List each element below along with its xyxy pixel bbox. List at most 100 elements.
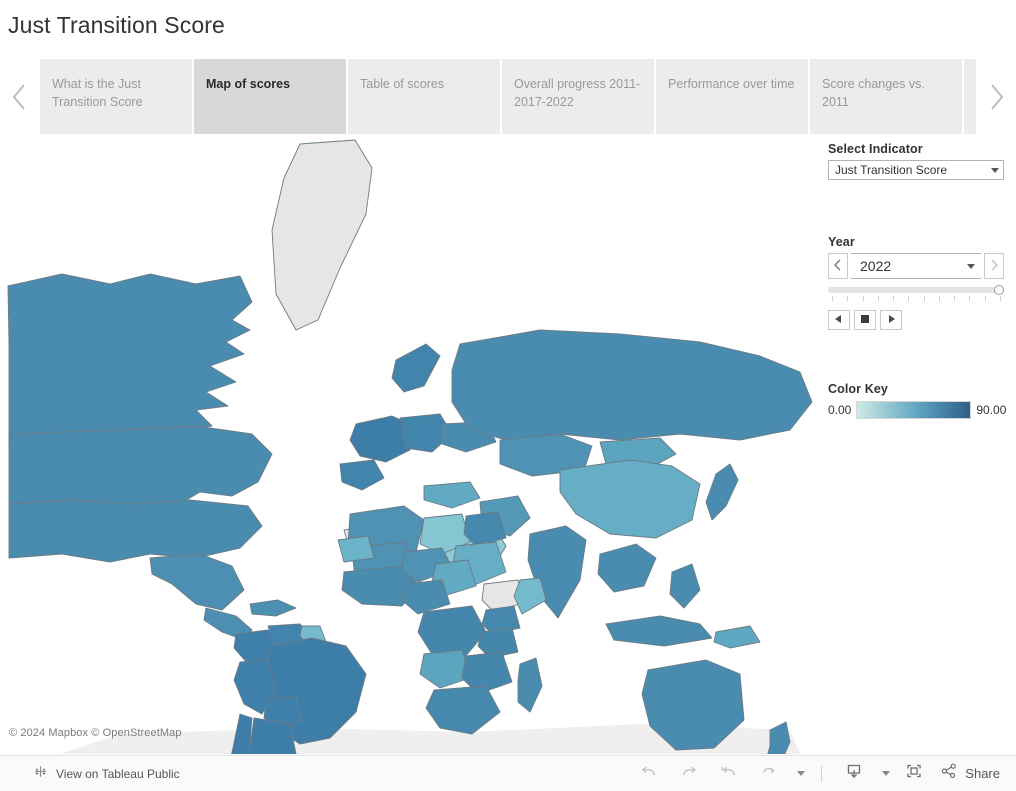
- tab-what-is-the-just-transition-score[interactable]: What is the Just Transition Score: [40, 59, 192, 134]
- stop-button[interactable]: [854, 310, 876, 330]
- square-icon: [860, 311, 870, 329]
- tab-rankings[interactable]: Ra: [964, 59, 976, 134]
- tab-strip: What is the Just Transition Score Map of…: [0, 59, 1016, 134]
- indicator-label: Select Indicator: [828, 142, 923, 156]
- choropleth-map[interactable]: [0, 134, 820, 754]
- tab-table-of-scores[interactable]: Table of scores: [348, 59, 500, 134]
- fullscreen-icon: [904, 762, 924, 785]
- map-region-mexico: [149, 553, 245, 611]
- color-key-gradient: [856, 401, 972, 419]
- year-control: 2022: [828, 253, 1004, 279]
- map-region-canada-main: [8, 425, 273, 507]
- control-panel: Select Indicator Just Transition Score Y…: [828, 142, 1008, 419]
- refresh-dropdown-button[interactable]: [789, 757, 809, 791]
- slider-track[interactable]: [828, 287, 1004, 293]
- map-region-canada: [7, 273, 253, 447]
- chevron-down-icon: [967, 263, 975, 269]
- color-key: Color Key 0.00 90.00: [828, 382, 1008, 419]
- tab-label: Table of scores: [360, 77, 445, 91]
- play-button[interactable]: [880, 310, 902, 330]
- refresh-button[interactable]: [749, 757, 789, 791]
- map-region-russia: [451, 329, 813, 441]
- tab-label: Performance over time: [668, 77, 795, 91]
- map-region-png: [713, 625, 761, 649]
- share-icon: [940, 762, 958, 785]
- page-title: Just Transition Score: [8, 12, 225, 38]
- color-key-max: 90.00: [976, 403, 1007, 417]
- refresh-icon: [759, 762, 779, 785]
- redo-button[interactable]: [669, 757, 709, 791]
- map-region-greenland: [271, 139, 373, 331]
- chevron-left-icon: [10, 81, 30, 113]
- map-region-indonesia: [605, 615, 713, 647]
- tableau-dashboard: Just Transition Score What is the Just T…: [0, 0, 1016, 791]
- triangle-left-icon: [834, 311, 844, 329]
- map-region-china: [559, 459, 701, 539]
- chevron-down-icon: [881, 771, 890, 776]
- map-region-usa: [8, 499, 263, 563]
- color-key-label: Color Key: [828, 382, 888, 396]
- tab-label: Overall progress 2011-2017-2022: [514, 77, 641, 109]
- tab-score-changes-vs-2011[interactable]: Score changes vs. 2011: [810, 59, 962, 134]
- view-on-tableau-public-label: View on Tableau Public: [56, 766, 180, 781]
- year-next-button[interactable]: [984, 253, 1004, 279]
- download-dropdown-button[interactable]: [874, 757, 894, 791]
- tableau-logo-icon: [33, 764, 48, 784]
- map-region-angola: [419, 649, 471, 689]
- slider-ticks: [828, 296, 1004, 302]
- map-region-spain: [339, 459, 385, 491]
- tab-scroll-left-button[interactable]: [0, 59, 40, 134]
- year-prev-button[interactable]: [828, 253, 848, 279]
- revert-button[interactable]: [709, 757, 749, 791]
- tab-label: What is the Just Transition Score: [52, 77, 143, 109]
- map-region-mauritania: [337, 535, 375, 563]
- redo-icon: [679, 762, 699, 785]
- year-label: Year: [828, 235, 855, 249]
- map-attribution: © 2024 Mapbox © OpenStreetMap: [9, 727, 182, 739]
- map-region-drc: [417, 605, 487, 659]
- undo-button[interactable]: [629, 757, 669, 791]
- map-region-caribbean: [249, 599, 297, 617]
- chevron-right-icon: [990, 258, 999, 274]
- tab-scroll-right-button[interactable]: [976, 59, 1016, 134]
- chevron-left-icon: [833, 258, 842, 274]
- tabs-viewport: What is the Just Transition Score Map of…: [40, 59, 976, 134]
- map-region-somalia: [513, 577, 547, 615]
- revert-icon: [719, 762, 739, 785]
- toolbar-actions: Share: [629, 757, 1016, 791]
- color-key-min: 0.00: [828, 403, 852, 417]
- tab-performance-over-time[interactable]: Performance over time: [656, 59, 808, 134]
- chevron-right-icon: [986, 81, 1006, 113]
- map-region-nigeria: [403, 579, 451, 615]
- triangle-right-icon: [886, 311, 896, 329]
- indicator-value: Just Transition Score: [835, 163, 948, 177]
- chevron-down-icon: [796, 771, 805, 776]
- map-region-japan: [705, 463, 739, 521]
- slider-thumb[interactable]: [994, 285, 1004, 295]
- playback-controls: [828, 310, 1008, 330]
- year-select[interactable]: 2022: [851, 253, 981, 279]
- tab-label: Score changes vs. 2011: [822, 77, 925, 109]
- tab-overall-progress[interactable]: Overall progress 2011-2017-2022: [502, 59, 654, 134]
- indicator-select[interactable]: Just Transition Score: [828, 160, 1004, 180]
- map-region-philippines: [669, 563, 701, 609]
- download-button[interactable]: [834, 757, 874, 791]
- undo-icon: [639, 762, 659, 785]
- bottom-toolbar: View on Tableau Public Share: [0, 755, 1016, 791]
- view-on-tableau-public-link[interactable]: View on Tableau Public: [0, 764, 180, 784]
- map-region-norway: [391, 343, 441, 393]
- tab-label: Map of scores: [206, 77, 291, 91]
- chevron-down-icon: [991, 167, 999, 173]
- fullscreen-button[interactable]: [894, 757, 934, 791]
- toolbar-divider: [821, 765, 823, 782]
- year-slider[interactable]: [828, 285, 1004, 295]
- year-value: 2022: [860, 258, 892, 274]
- map-region-southafrica: [425, 685, 501, 735]
- tab-map-of-scores[interactable]: Map of scores: [194, 59, 346, 134]
- map-region-seasia: [597, 543, 657, 593]
- share-button[interactable]: Share: [934, 762, 1000, 785]
- color-key-row: 0.00 90.00: [828, 401, 1008, 419]
- step-back-button[interactable]: [828, 310, 850, 330]
- download-icon: [844, 762, 864, 785]
- map-region-madagascar: [517, 657, 543, 713]
